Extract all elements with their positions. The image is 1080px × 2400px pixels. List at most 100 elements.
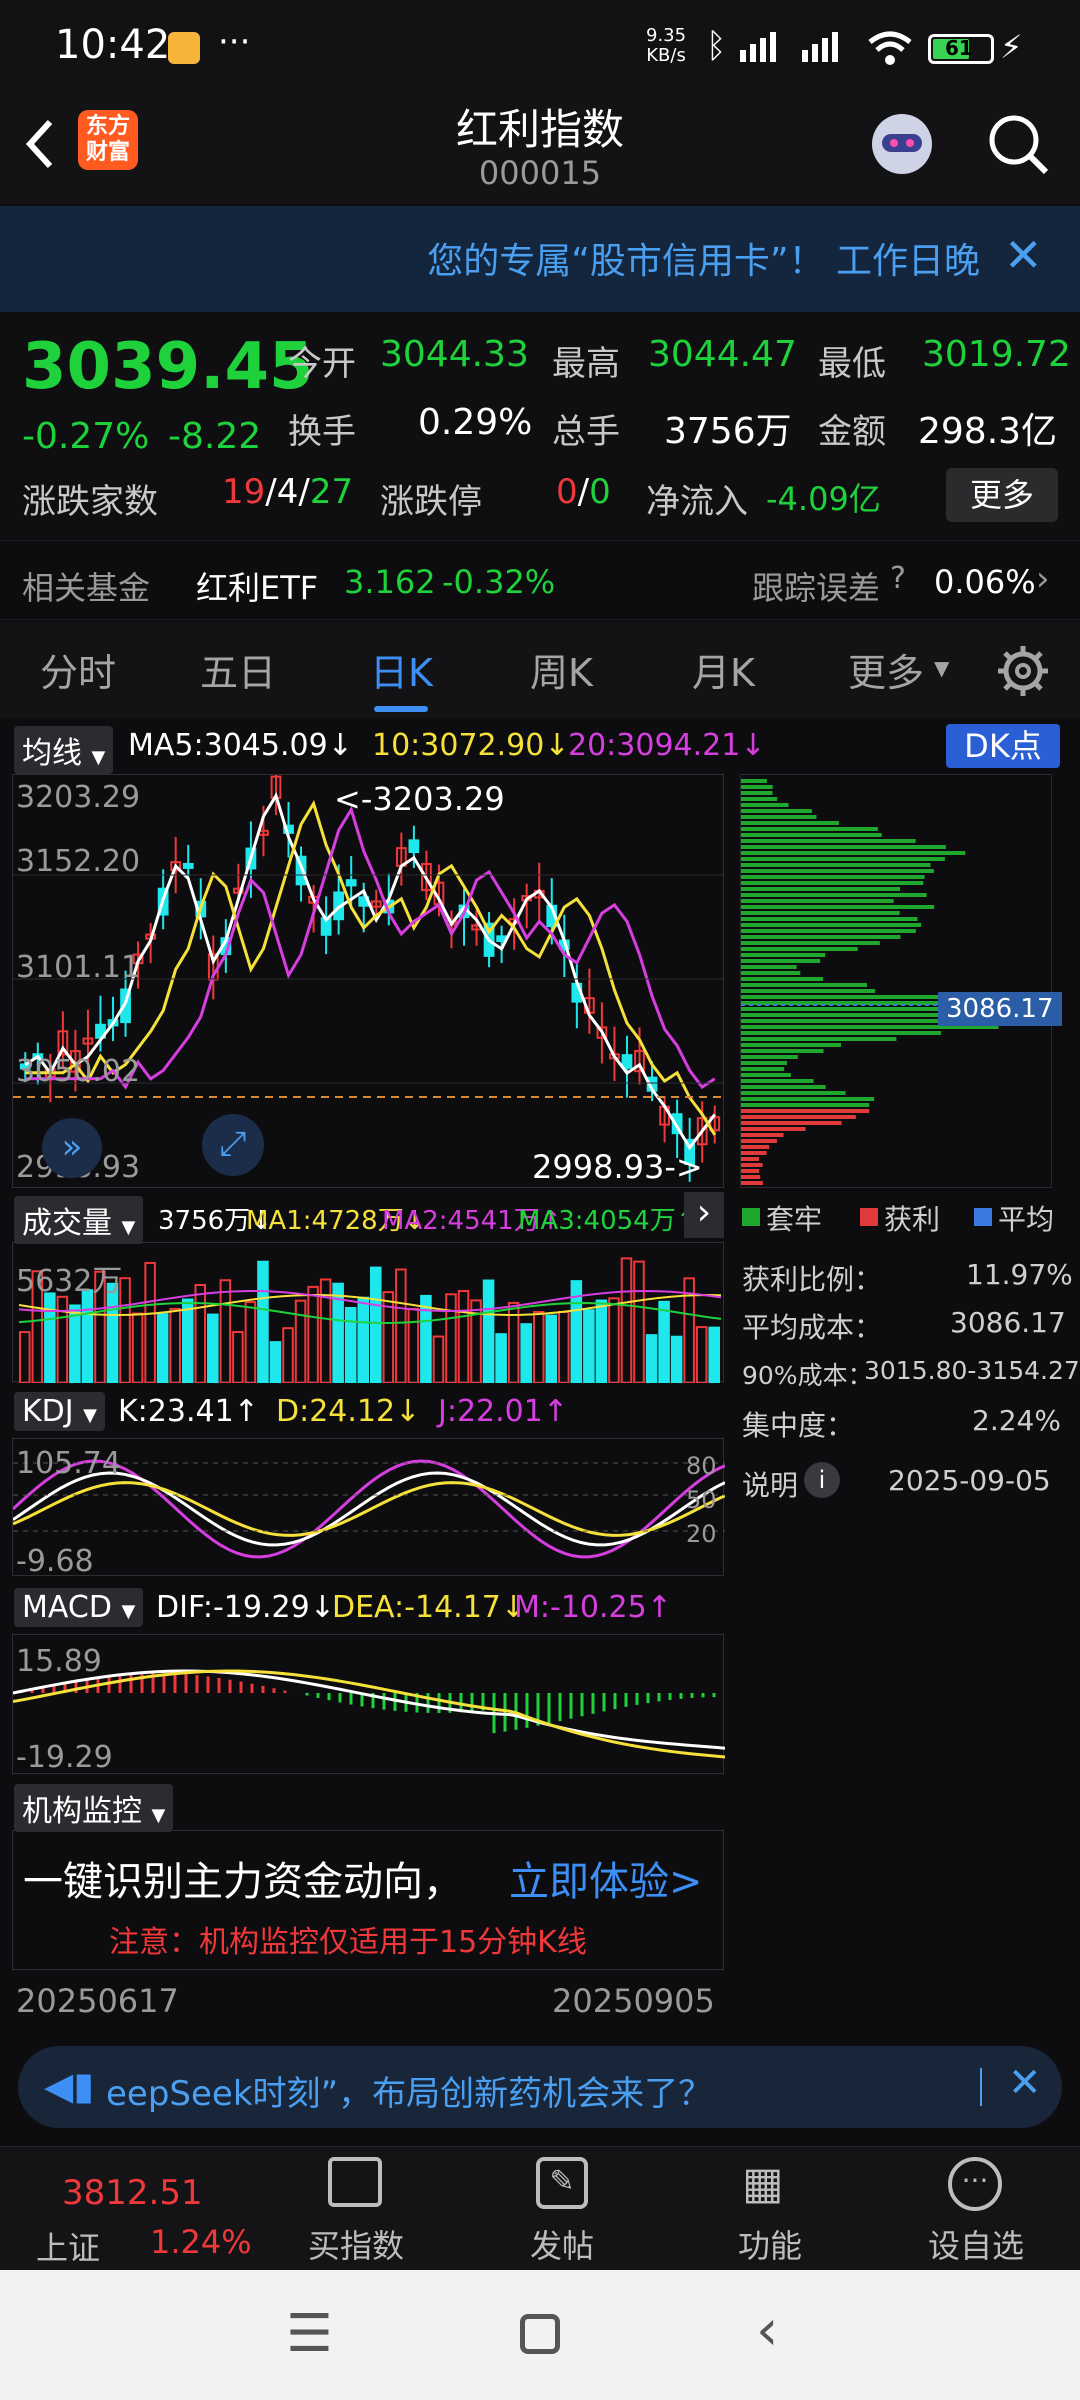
ma-selector[interactable]: 均线 ▼ xyxy=(14,726,114,774)
fund-name[interactable]: 红利ETF xyxy=(196,563,318,609)
institution-selector[interactable]: 机构监控 ▼ xyxy=(14,1784,174,1832)
volume-bar xyxy=(558,1310,570,1383)
legend-profit-swatch xyxy=(860,1208,878,1226)
macd-panel[interactable] xyxy=(12,1634,725,1774)
chevron-right-icon[interactable]: › xyxy=(1036,559,1050,599)
notification-icon xyxy=(168,32,200,64)
close-icon[interactable]: ✕ xyxy=(1008,2060,1042,2106)
volume-bar xyxy=(194,1283,207,1383)
netflow-value: -4.09亿 xyxy=(766,480,881,518)
volume-bar xyxy=(445,1293,457,1383)
tab-monthly-k[interactable]: 月K xyxy=(692,642,755,697)
fullscreen-icon[interactable]: ⤢ xyxy=(202,1114,264,1176)
nav-add-watchlist[interactable]: 设自选 xyxy=(896,2221,1056,2267)
chip-bar xyxy=(741,989,876,993)
nav-function[interactable]: 功能 xyxy=(690,2221,850,2267)
chip-distribution-panel[interactable] xyxy=(740,774,1053,1188)
volume-bar xyxy=(169,1307,181,1383)
related-fund-row[interactable]: 相关基金 红利ETF 3.162 -0.32% 跟踪误差 ? 0.06% › xyxy=(0,540,1080,620)
chip-bar xyxy=(741,827,878,831)
chevron-right-icon[interactable]: › xyxy=(684,1192,724,1238)
chip-bar xyxy=(741,911,900,915)
chip-bar xyxy=(741,779,767,783)
concentration-label: 集中度： xyxy=(742,1409,855,1442)
kline-y-label: 3101.11 xyxy=(16,950,141,985)
volume-bar xyxy=(608,1297,620,1383)
amount-value: 298.3亿 xyxy=(918,411,1058,452)
tab-more[interactable]: 更多 xyxy=(848,642,924,697)
header: 东方 财富 红利指数 000015 xyxy=(0,92,1080,204)
nav-post[interactable]: 发帖 xyxy=(482,2221,642,2267)
chip-bar xyxy=(741,1073,791,1077)
nav-buy-index[interactable]: 买指数 xyxy=(276,2221,436,2267)
kdj-d-legend: D:24.12↓ xyxy=(276,1394,421,1429)
limit-label: 涨跌停 xyxy=(380,482,482,522)
volume-bar xyxy=(420,1294,432,1383)
volume-bar xyxy=(131,1312,144,1383)
promo-banner[interactable]: 您的专属“股市信用卡”！ 工作日晚 ✕ xyxy=(0,206,1080,312)
tab-five-day[interactable]: 五日 xyxy=(200,642,276,697)
tab-intraday[interactable]: 分时 xyxy=(40,642,116,697)
chip-bar xyxy=(741,935,901,939)
profit-ratio-value: 11.97% xyxy=(966,1258,1073,1291)
macd-selector[interactable]: MACD ▼ xyxy=(14,1588,144,1627)
chip-bar xyxy=(741,899,894,903)
sh-index-value[interactable]: 3812.51 xyxy=(62,2173,203,2213)
chip-bar xyxy=(741,1127,806,1131)
legend-average: 平均 xyxy=(998,1203,1055,1236)
tab-weekly-k[interactable]: 周K xyxy=(530,642,593,697)
explain-label[interactable]: 说明 xyxy=(742,1464,798,1504)
volume-bar xyxy=(156,1313,169,1383)
turnover-label: 换手 xyxy=(288,412,356,452)
expand-left-icon[interactable]: » xyxy=(42,1118,102,1178)
change-value: -8.22 xyxy=(168,416,262,457)
news-ticker[interactable]: ◀▮ eepSeek时刻”，布局创新药机会来了？ ✕ xyxy=(18,2046,1062,2128)
info-icon[interactable]: i xyxy=(804,1462,840,1498)
menu-icon[interactable]: ☰ xyxy=(286,2304,333,2364)
more-quote-button[interactable]: 更多 xyxy=(946,468,1058,522)
search-icon[interactable] xyxy=(984,110,1054,180)
volume-bar xyxy=(432,1335,445,1383)
sh-index-name[interactable]: 上证 xyxy=(36,2223,100,2269)
volume-bar xyxy=(344,1306,357,1383)
volume-bar xyxy=(633,1260,645,1383)
low-value: 3019.72 xyxy=(922,334,1071,375)
volume-bar xyxy=(645,1334,658,1383)
tab-daily-k[interactable]: 日K xyxy=(370,642,433,697)
chip-bar xyxy=(741,887,901,891)
kdj-selector[interactable]: KDJ ▼ xyxy=(14,1392,106,1431)
sh-index-change[interactable]: 1.24% xyxy=(150,2223,252,2261)
avg-cost-label: 平均成本： xyxy=(742,1311,883,1344)
try-now-link[interactable]: 立即体验> xyxy=(509,1849,703,1907)
volume-selector[interactable]: 成交量 ▼ xyxy=(14,1196,144,1244)
chip-bar xyxy=(741,869,934,873)
back-nav-icon[interactable]: ‹ xyxy=(756,2298,778,2363)
help-icon[interactable]: ? xyxy=(890,561,906,596)
status-bar: 10:42 ··· 9.35 KB/s ᛒ 61 ⚡ xyxy=(0,0,1080,92)
close-icon[interactable]: ✕ xyxy=(1004,228,1043,282)
fund-change: -0.32% xyxy=(442,563,556,601)
chip-bar xyxy=(741,1043,841,1047)
open-value: 3044.33 xyxy=(380,334,529,375)
kdj-level-80: 80 xyxy=(686,1452,717,1480)
volume-bar xyxy=(532,1310,545,1383)
chip-bar xyxy=(741,1103,870,1107)
chip-bar xyxy=(741,1121,842,1125)
chip-bar xyxy=(741,785,773,789)
kdj-level-50: 50 xyxy=(686,1486,717,1514)
kdj-level-20: 20 xyxy=(686,1520,717,1548)
volume-bar xyxy=(407,1307,420,1383)
banner-text: 您的专属“股市信用卡”！ 工作日晚 xyxy=(427,241,980,282)
legend-trapped-swatch xyxy=(742,1208,760,1226)
candle xyxy=(345,879,357,887)
macd-y-top: 15.89 xyxy=(16,1644,102,1679)
institution-panel[interactable]: 一键识别主力资金动向， 立即体验> 注意：机构监控仅适用于15分钟K线 xyxy=(12,1830,724,1970)
add-watchlist-icon: ··· xyxy=(948,2157,1002,2211)
gear-icon[interactable] xyxy=(996,644,1050,698)
robot-assistant-icon[interactable] xyxy=(862,104,942,184)
dk-point-button[interactable]: DK点 xyxy=(946,724,1060,768)
volume-label: 总手 xyxy=(552,412,620,452)
avg-cost-tag: 3086.17 xyxy=(938,992,1062,1026)
chip-bar xyxy=(741,1031,941,1035)
home-icon[interactable] xyxy=(520,2314,560,2354)
